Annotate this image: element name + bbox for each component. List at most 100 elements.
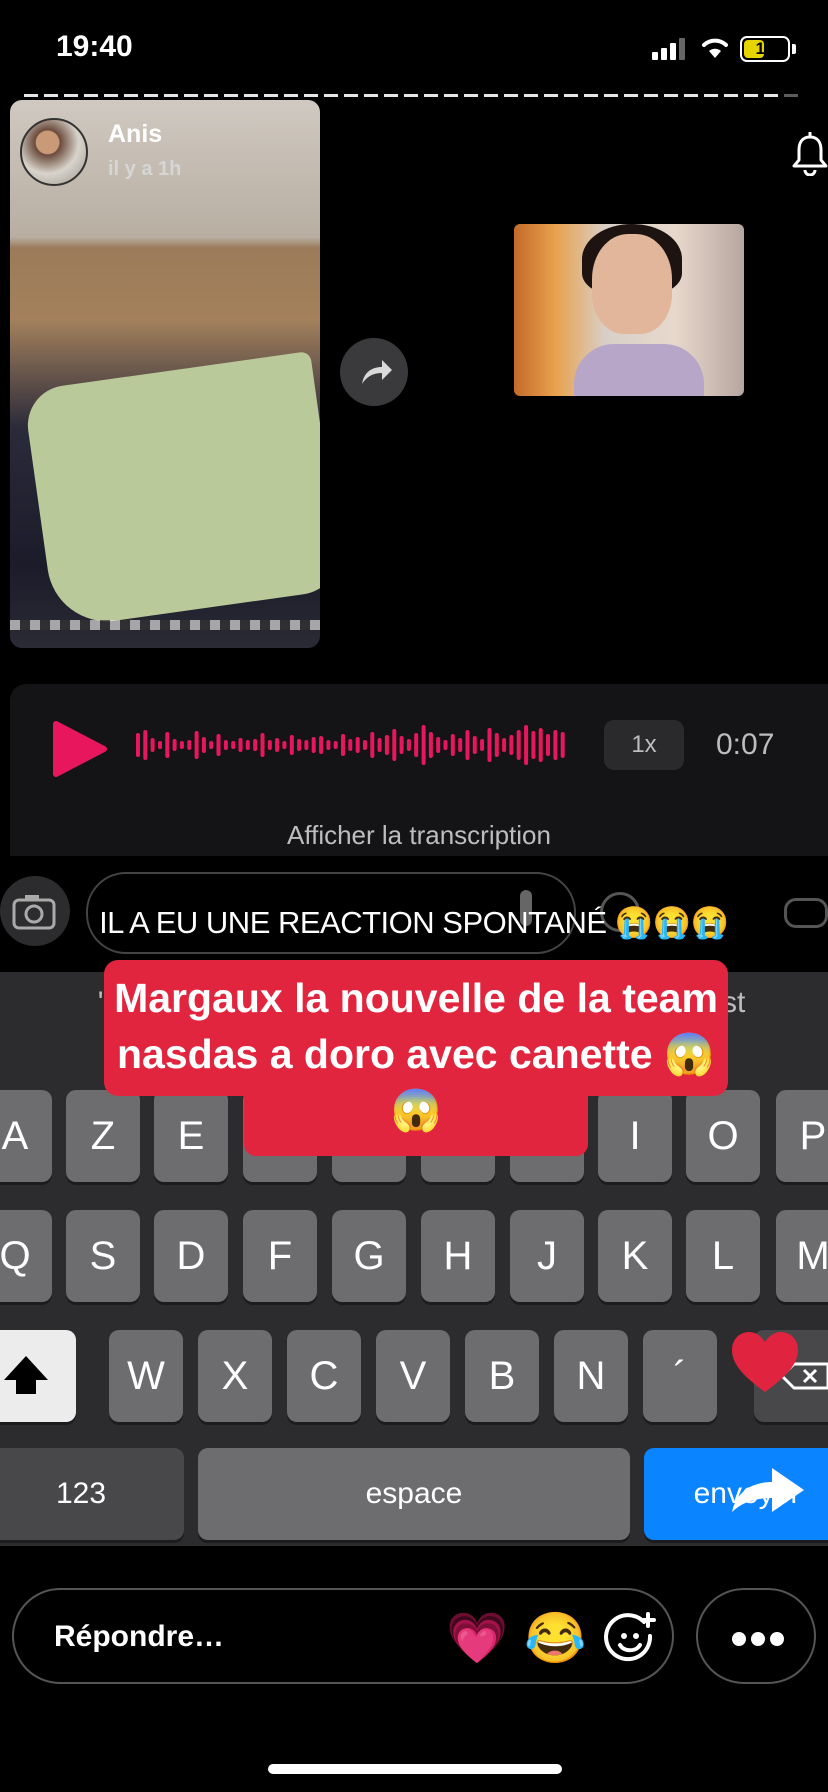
add-reaction-icon[interactable] — [604, 1612, 658, 1666]
waveform-bar — [538, 728, 543, 762]
waveform-bar — [560, 732, 565, 758]
waveform-bar — [267, 740, 272, 750]
waveform-bar — [201, 737, 206, 753]
waveform-bar — [245, 740, 250, 750]
key-c[interactable]: C — [287, 1330, 361, 1422]
waveform-bar — [399, 736, 404, 754]
heart-icon — [732, 1332, 798, 1392]
waveform-bar — [275, 738, 280, 752]
story-progress-bar — [24, 94, 804, 97]
voice-message-card: 1x 0:07 Afficher la transcription — [10, 684, 828, 856]
reply-input[interactable]: Répondre… — [54, 1620, 224, 1654]
photo-thumbnail-dress — [574, 344, 704, 396]
story-author-name[interactable]: Anis — [108, 120, 162, 149]
bell-icon[interactable] — [790, 132, 828, 176]
key-b[interactable]: B — [465, 1330, 539, 1422]
waveform-bar — [348, 739, 353, 751]
waveform-bar — [260, 733, 265, 757]
waveform-bar — [436, 737, 441, 753]
waveform-bar — [297, 739, 302, 751]
waveform-bar — [150, 738, 155, 752]
voice-duration: 0:07 — [716, 728, 775, 761]
play-icon[interactable] — [50, 720, 108, 778]
waveform-bar — [414, 733, 419, 757]
waveform-bar — [421, 725, 426, 765]
key-j[interactable]: J — [510, 1210, 584, 1302]
waveform-bar — [531, 731, 536, 759]
waveform-bar — [304, 740, 309, 750]
story-time-ago: il y a 1h — [108, 158, 182, 180]
caption-sticker-text: Margaux la nouvelle de la team nasdas a … — [114, 975, 718, 1133]
reaction-caption: IL A EU UNE REACTION SPONTANÉ 😭😭😭 — [99, 905, 729, 940]
share-arrow-icon — [732, 1468, 804, 1512]
laugh-reaction-button[interactable]: 😂 — [524, 1610, 586, 1666]
waveform-bar — [546, 734, 550, 756]
waveform-bar — [443, 740, 448, 750]
waveform-bar — [289, 735, 294, 755]
waveform-bar — [341, 734, 345, 756]
waveform-bar — [502, 738, 507, 752]
key-x[interactable]: X — [198, 1330, 272, 1422]
waveform-bar — [333, 741, 338, 749]
key-d[interactable]: D — [154, 1210, 228, 1302]
heart-reaction-button[interactable]: 💗 — [446, 1610, 508, 1666]
avatar[interactable] — [20, 118, 88, 186]
space-key[interactable]: espace — [198, 1448, 630, 1540]
shift-key[interactable] — [0, 1330, 76, 1422]
waveform-bar — [450, 734, 455, 756]
key-a[interactable]: A — [0, 1090, 52, 1182]
waveform-bar — [524, 725, 529, 765]
key-k[interactable]: K — [598, 1210, 672, 1302]
waveform-bar — [516, 730, 521, 760]
home-indicator — [268, 1764, 562, 1774]
waveform-bar — [326, 740, 331, 750]
key-h[interactable]: H — [421, 1210, 495, 1302]
waveform-bar — [311, 737, 316, 753]
key-f[interactable]: F — [243, 1210, 317, 1302]
cellular-signal-icon — [652, 38, 690, 60]
more-icon — [732, 1632, 784, 1646]
waveform-bar — [406, 739, 411, 751]
key-m[interactable]: M — [776, 1210, 828, 1302]
key-g[interactable]: G — [332, 1210, 406, 1302]
more-options-button[interactable] — [696, 1588, 816, 1684]
status-time: 19:40 — [56, 30, 133, 63]
waveform-bar — [253, 739, 258, 751]
waveform-bar — [165, 732, 170, 758]
waveform-bar — [172, 739, 177, 751]
video-thumbnail-blanket — [22, 350, 320, 630]
key-n[interactable]: N — [554, 1330, 628, 1422]
key-acute[interactable]: ´ — [643, 1330, 717, 1422]
playback-speed-button[interactable]: 1x — [604, 720, 684, 770]
waveform-bar — [392, 729, 397, 761]
photo-thumbnail-face — [592, 234, 672, 334]
key-w[interactable]: W — [109, 1330, 183, 1422]
waveform-bar — [428, 732, 433, 758]
show-transcript-link[interactable]: Afficher la transcription — [10, 820, 828, 851]
key-q[interactable]: Q — [0, 1210, 52, 1302]
waveform-bar — [480, 739, 485, 751]
key-s[interactable]: S — [66, 1210, 140, 1302]
forward-arrow-icon — [362, 360, 392, 384]
photo-thumbnail[interactable] — [514, 224, 744, 396]
waveform-bar — [458, 738, 463, 752]
key-p[interactable]: P — [776, 1090, 828, 1182]
shift-arrow-icon — [4, 1356, 48, 1394]
key-l[interactable]: L — [686, 1210, 760, 1302]
waveform-bar — [216, 734, 221, 756]
waveform-bar — [384, 735, 389, 755]
waveform-bar — [465, 730, 470, 760]
reply-bar[interactable]: Répondre… 💗 😂 — [12, 1588, 674, 1684]
key-v[interactable]: V — [376, 1330, 450, 1422]
waveform-bar — [377, 738, 382, 752]
forward-button[interactable] — [340, 338, 408, 406]
numbers-key[interactable]: 123 — [0, 1448, 184, 1540]
waveform-bar — [472, 736, 477, 754]
waveform-bar — [179, 741, 184, 749]
waveform-bar — [509, 735, 514, 755]
voice-waveform[interactable] — [136, 720, 568, 770]
waveform-bar — [143, 730, 148, 760]
waveform-bar — [487, 728, 492, 762]
waveform-bar — [494, 733, 499, 757]
waveform-bar — [238, 738, 243, 752]
